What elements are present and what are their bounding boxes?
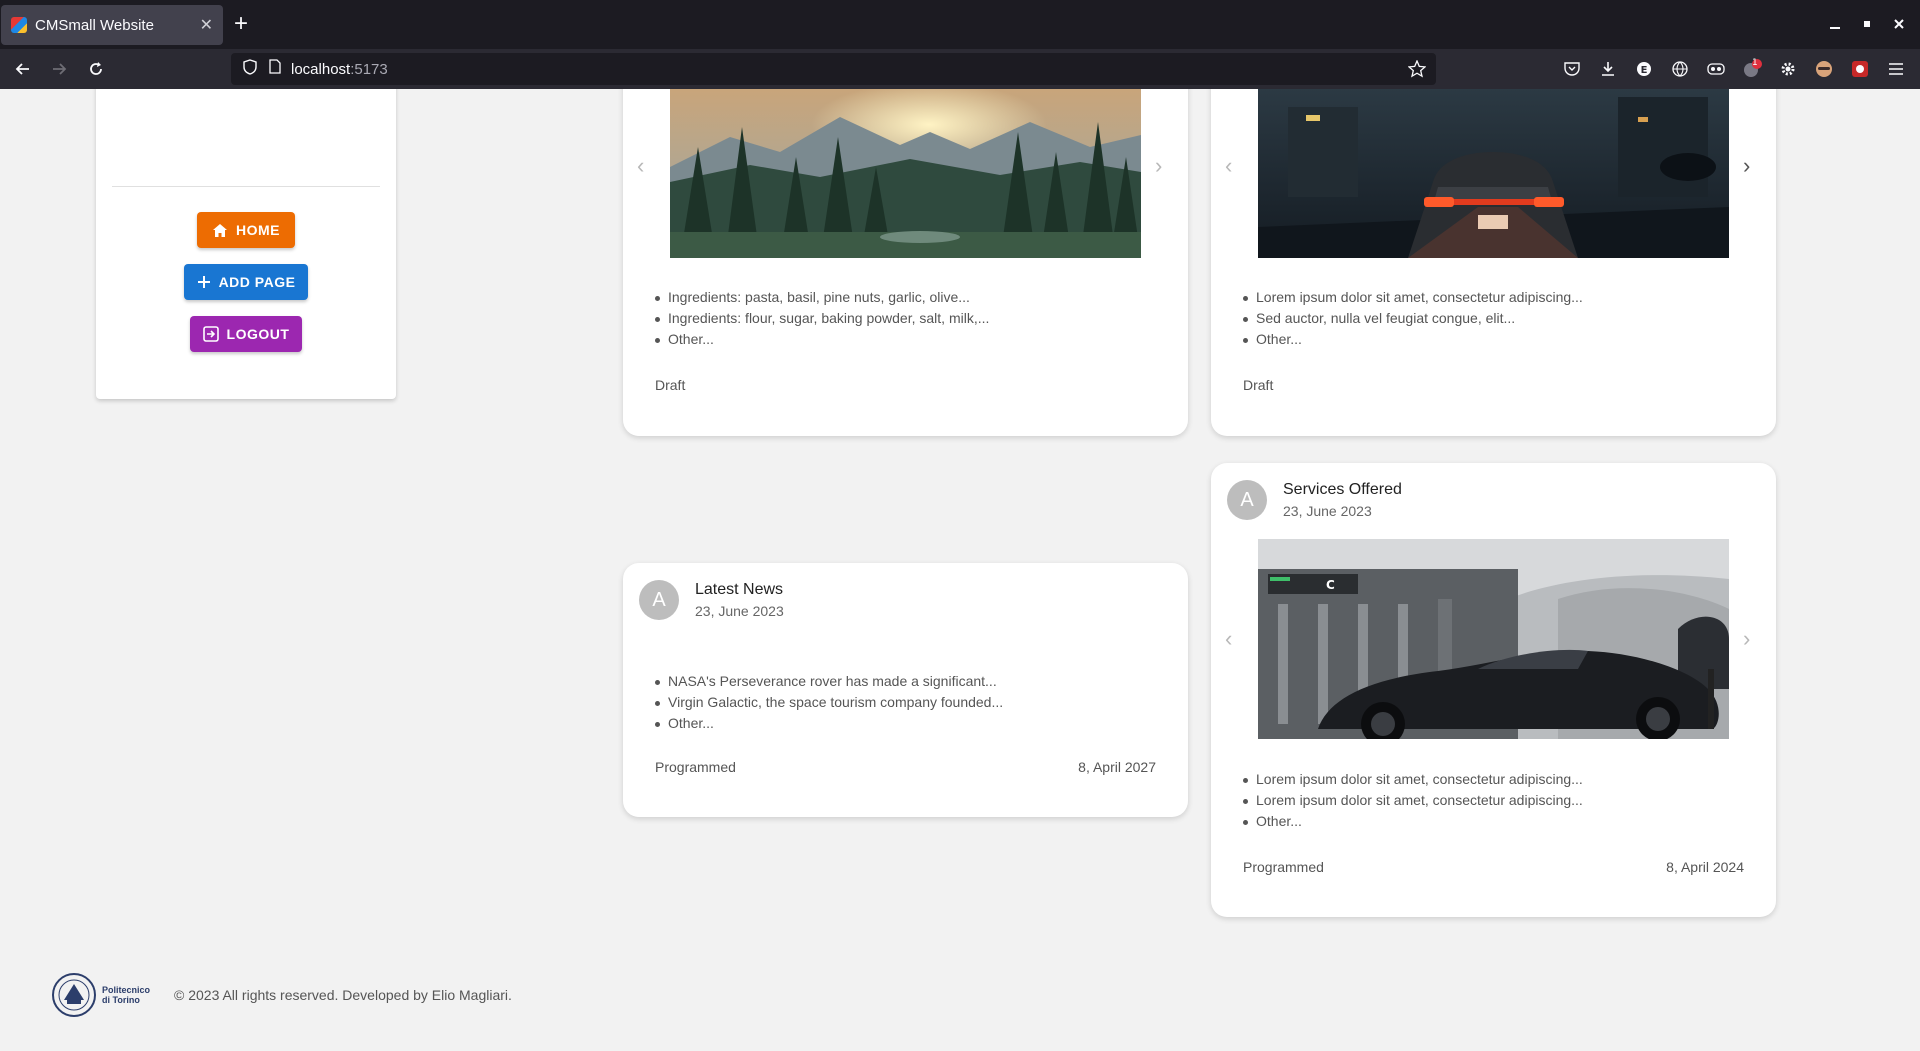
list-item: Other...	[655, 713, 1003, 734]
avatar-extension-icon[interactable]	[1812, 57, 1836, 81]
list-item: Sed auctor, nulla vel feugiat congue, el…	[1243, 308, 1583, 329]
carousel-prev-arrow-icon[interactable]: ‹	[637, 155, 644, 177]
card-status: Draft	[1243, 377, 1274, 393]
card-content-list: Lorem ipsum dolor sit amet, consectetur …	[1243, 769, 1583, 832]
close-window-icon[interactable]	[1894, 16, 1904, 32]
sidebar-divider	[112, 186, 380, 187]
page-card: ‹ › Ingredients: pasta, basil, pine nuts…	[623, 89, 1188, 436]
page-info-icon[interactable]	[269, 59, 281, 79]
card-content-list: Ingredients: pasta, basil, pine nuts, ga…	[655, 287, 989, 350]
add-page-button[interactable]: ADD PAGE	[184, 264, 308, 300]
copyright-text: © 2023 All rights reserved. Developed by…	[174, 987, 512, 1003]
carousel-prev-arrow-icon[interactable]: ‹	[1225, 155, 1232, 177]
carousel-next-arrow-icon[interactable]: ›	[1743, 628, 1750, 650]
list-item: Ingredients: flour, sugar, baking powder…	[655, 308, 989, 329]
card-status: Programmed	[1243, 859, 1324, 875]
list-item: Other...	[1243, 329, 1583, 350]
card-image	[1258, 89, 1729, 258]
logo-text: Politecnico di Torino	[102, 985, 151, 1005]
list-item: Lorem ipsum dolor sit amet, consectetur …	[1243, 790, 1583, 811]
url-port: :5173	[350, 60, 388, 78]
svg-text:C: C	[1326, 578, 1335, 592]
card-publication-date: 8, April 2024	[1666, 859, 1744, 875]
home-button-label: HOME	[236, 222, 280, 238]
home-icon	[213, 223, 227, 237]
maximize-window-icon[interactable]	[1862, 16, 1872, 32]
back-arrow-icon[interactable]	[11, 57, 35, 81]
list-item: Virgin Galactic, the space tourism compa…	[655, 692, 1003, 713]
browser-tab-bar: CMSmall Website ✕ +	[0, 0, 1920, 49]
gear-extension-icon[interactable]	[1776, 57, 1800, 81]
download-icon[interactable]	[1596, 57, 1620, 81]
add-page-button-label: ADD PAGE	[218, 274, 296, 290]
browser-tab[interactable]: CMSmall Website ✕	[1, 5, 223, 45]
hamburger-menu-icon[interactable]	[1884, 57, 1908, 81]
card-status: Programmed	[655, 759, 736, 775]
page-card-services-offered: A Services Offered 23, June 2023 C ‹ › L…	[1211, 463, 1776, 917]
card-content-list: NASA's Perseverance rover has made a sig…	[655, 671, 1003, 734]
card-creation-date: 23, June 2023	[1283, 503, 1372, 519]
card-creation-date: 23, June 2023	[695, 603, 784, 619]
logout-button-label: LOGOUT	[226, 326, 290, 342]
bookmark-star-icon[interactable]	[1407, 59, 1427, 83]
reload-icon[interactable]	[84, 57, 108, 81]
card-header: A Services Offered 23, June 2023	[1227, 480, 1402, 520]
carousel-next-arrow-icon[interactable]: ›	[1155, 155, 1162, 177]
avatar: A	[639, 580, 679, 620]
footer: Politecnico di Torino © 2023 All rights …	[50, 972, 512, 1018]
close-tab-icon[interactable]: ✕	[200, 15, 213, 35]
tab-title: CMSmall Website	[35, 16, 154, 34]
card-image	[670, 89, 1141, 258]
url-bar[interactable]: localhost:5173	[231, 53, 1436, 85]
card-header: A Latest News 23, June 2023	[639, 580, 784, 620]
mask-extension-icon[interactable]	[1704, 57, 1728, 81]
list-item: Lorem ipsum dolor sit amet, consectetur …	[1243, 287, 1583, 308]
notification-badge: 1	[1752, 58, 1758, 68]
url-host: localhost	[291, 60, 351, 78]
red-extension-icon[interactable]	[1848, 57, 1872, 81]
page-card-latest-news: A Latest News 23, June 2023 NASA's Perse…	[623, 563, 1188, 817]
list-item: Other...	[1243, 811, 1583, 832]
card-title: Services Offered	[1283, 481, 1402, 498]
politecnico-logo: Politecnico di Torino	[50, 972, 154, 1018]
avatar: A	[1227, 480, 1267, 520]
list-item: NASA's Perseverance rover has made a sig…	[655, 671, 1003, 692]
pocket-icon[interactable]	[1560, 57, 1584, 81]
new-tab-icon[interactable]: +	[234, 12, 248, 36]
logout-icon	[202, 326, 219, 342]
svg-text:E: E	[1641, 65, 1648, 76]
list-item: Ingredients: pasta, basil, pine nuts, ga…	[655, 287, 989, 308]
sidebar-card: HOME ADD PAGE LOGOUT	[96, 89, 396, 399]
list-item: Lorem ipsum dolor sit amet, consectetur …	[1243, 769, 1583, 790]
card-publication-date: 8, April 2027	[1078, 759, 1156, 775]
globe-extension-icon[interactable]	[1668, 57, 1692, 81]
card-status: Draft	[655, 377, 686, 393]
card-content-list: Lorem ipsum dolor sit amet, consectetur …	[1243, 287, 1583, 350]
browser-navigation-bar: localhost:5173 E 1	[0, 49, 1920, 89]
plus-icon	[197, 276, 210, 288]
page-card: ‹ › Lorem ipsum dolor sit amet, consecte…	[1211, 89, 1776, 436]
logout-button[interactable]: LOGOUT	[190, 316, 302, 352]
home-button[interactable]: HOME	[197, 212, 295, 248]
forward-arrow-icon[interactable]	[47, 57, 71, 81]
list-item: Other...	[655, 329, 989, 350]
shield-icon[interactable]	[243, 58, 257, 80]
carousel-next-arrow-icon[interactable]: ›	[1743, 155, 1750, 177]
carousel-prev-arrow-icon[interactable]: ‹	[1225, 628, 1232, 650]
site-favicon-icon	[11, 17, 27, 33]
minimize-window-icon[interactable]	[1830, 16, 1840, 32]
notification-extension-icon[interactable]: 1	[1740, 57, 1764, 81]
extension-e-icon[interactable]: E	[1632, 57, 1656, 81]
card-image: C	[1258, 539, 1729, 739]
card-title: Latest News	[695, 581, 784, 598]
page-content: HOME ADD PAGE LOGOUT ‹ › Ingredients: pa…	[0, 89, 1920, 1051]
